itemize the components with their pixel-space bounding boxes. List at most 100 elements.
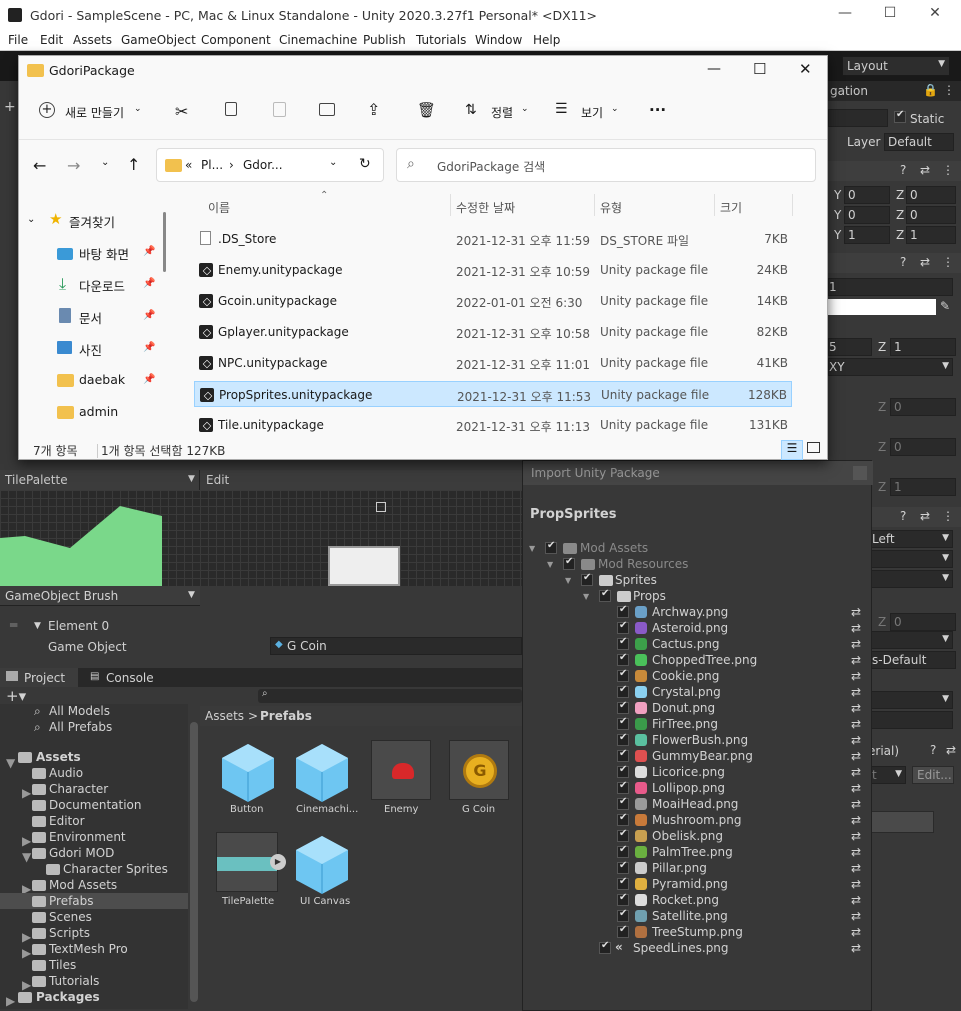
- checkbox[interactable]: [581, 572, 593, 586]
- nav-item-downloads[interactable]: 다운로드: [79, 276, 125, 295]
- expand-icon[interactable]: ▼: [547, 560, 553, 569]
- file-row[interactable]: ChoppedTree.png ⇄: [617, 652, 869, 669]
- tree-item-character-sprites[interactable]: Character Sprites: [63, 862, 168, 876]
- expand-icon[interactable]: ⌄: [27, 214, 35, 225]
- nav-item-pictures[interactable]: 사진: [79, 340, 102, 359]
- checkbox[interactable]: [617, 668, 629, 682]
- checkbox[interactable]: [617, 604, 629, 618]
- file-row[interactable]: Rocket.png ⇄: [617, 892, 869, 909]
- menu-component[interactable]: Component: [201, 33, 271, 47]
- scale-y-field[interactable]: 1: [844, 226, 890, 244]
- new-button[interactable]: + 새로 만들기 ⌄: [33, 100, 145, 126]
- asset-button[interactable]: Button: [212, 738, 284, 820]
- xy-dropdown[interactable]: XY ▼: [828, 358, 953, 376]
- help-icon[interactable]: ?: [930, 743, 936, 757]
- close-icon[interactable]: [853, 466, 867, 480]
- details-view-icon[interactable]: ☰: [781, 440, 803, 460]
- nav-item-admin[interactable]: admin: [79, 404, 118, 419]
- color-field[interactable]: [828, 299, 936, 315]
- expand-icon[interactable]: ▶: [22, 946, 31, 960]
- field-e[interactable]: [868, 711, 953, 729]
- path-segment-1[interactable]: Pl...: [201, 158, 223, 172]
- share-icon[interactable]: ⇪: [367, 100, 380, 119]
- checkbox[interactable]: [617, 892, 629, 906]
- path-overflow[interactable]: «: [185, 158, 192, 172]
- brush-dropdown[interactable]: GameObject Brush ▼: [0, 586, 200, 606]
- checkbox[interactable]: [617, 764, 629, 778]
- asset-cinemachine[interactable]: Cinemachi...: [290, 738, 362, 820]
- checkbox[interactable]: [617, 652, 629, 666]
- play-icon[interactable]: ▶: [270, 854, 286, 870]
- menu-gameobject[interactable]: GameObject: [121, 33, 196, 47]
- drag-handle-icon[interactable]: ═: [10, 618, 17, 632]
- file-row[interactable]: PalmTree.png ⇄: [617, 844, 869, 861]
- checkbox[interactable]: [617, 828, 629, 842]
- expand-icon[interactable]: ▼: [565, 576, 571, 585]
- column-name[interactable]: 이름: [208, 199, 230, 216]
- breadcrumb-prefabs[interactable]: Prefabs: [260, 709, 312, 723]
- field-z0c[interactable]: 0: [890, 613, 956, 631]
- tree-item-textmesh-pro[interactable]: TextMesh Pro: [49, 942, 128, 956]
- palette-dropdown[interactable]: TilePalette ▼: [0, 470, 200, 490]
- tree-item-gdori-mod[interactable]: Gdori MOD: [49, 846, 114, 860]
- menu-icon[interactable]: ⋮: [942, 255, 954, 269]
- settings-icon[interactable]: ⇄: [920, 255, 930, 269]
- file-row-speedlines[interactable]: « SpeedLines.png ⇄: [599, 940, 869, 957]
- element-header[interactable]: ═ ▼ Element 0: [0, 616, 522, 636]
- expand-icon[interactable]: ▶: [22, 786, 31, 800]
- checkbox[interactable]: [617, 700, 629, 714]
- maximize-icon[interactable]: ☐: [875, 5, 905, 21]
- asset-g-coin[interactable]: G G Coin: [448, 738, 510, 820]
- checkbox[interactable]: [617, 636, 629, 650]
- expand-icon[interactable]: ▶: [22, 834, 31, 848]
- menu-help[interactable]: Help: [533, 33, 560, 47]
- chevron-down-icon[interactable]: ⌄: [329, 157, 337, 168]
- file-row[interactable]: .DS_Store 2021-12-31 오후 11:59 DS_STORE 파일 7…: [194, 226, 792, 252]
- tree-item-documentation[interactable]: Documentation: [49, 798, 142, 812]
- dropdown-c[interactable]: ▼: [868, 631, 953, 649]
- tree-item-mod-assets[interactable]: Mod Assets: [49, 878, 117, 892]
- file-row[interactable]: Cookie.png ⇄: [617, 668, 869, 685]
- field-z0a[interactable]: 0: [890, 398, 956, 416]
- nav-scrollbar[interactable]: [163, 212, 166, 272]
- address-bar[interactable]: « Pl... › Gdor... ⌄ ↻: [156, 148, 384, 182]
- menu-publish[interactable]: Publish: [363, 33, 406, 47]
- menu-file[interactable]: File: [8, 33, 28, 47]
- checkbox[interactable]: [563, 556, 575, 570]
- tree-item-tutorials[interactable]: Tutorials: [49, 974, 99, 988]
- layer-dropdown[interactable]: Default: [884, 133, 954, 151]
- file-row[interactable]: GummyBear.png ⇄: [617, 748, 869, 765]
- add-component-button[interactable]: [868, 811, 934, 833]
- checkbox[interactable]: [617, 860, 629, 874]
- sorting-layer-field[interactable]: s-Default: [868, 651, 956, 669]
- file-row[interactable]: Satellite.png ⇄: [617, 908, 869, 925]
- rot-y-field[interactable]: 0: [844, 206, 890, 224]
- up-icon[interactable]: ↑: [127, 155, 140, 174]
- field-5[interactable]: 5: [828, 338, 872, 356]
- column-type[interactable]: 유형: [600, 199, 622, 216]
- file-row[interactable]: Tile.unitypackage 2021-12-31 오후 11:13 Unit…: [194, 412, 792, 438]
- close-icon[interactable]: ✕: [799, 60, 812, 78]
- name-field[interactable]: [828, 109, 888, 127]
- menu-icon[interactable]: ⋮: [942, 509, 954, 523]
- pos-z-field[interactable]: 0: [906, 186, 956, 204]
- rot-z-field[interactable]: 0: [906, 206, 956, 224]
- checkbox[interactable]: [617, 924, 629, 938]
- tree-item-prefabs[interactable]: Prefabs: [49, 894, 94, 908]
- checkbox[interactable]: [617, 620, 629, 634]
- checkbox[interactable]: [617, 844, 629, 858]
- maximize-icon[interactable]: ☐: [753, 60, 766, 78]
- help-icon[interactable]: ?: [900, 163, 906, 177]
- column-size[interactable]: 크기: [720, 199, 742, 216]
- menu-edit[interactable]: Edit: [40, 33, 63, 47]
- expand-icon[interactable]: ▶: [6, 994, 15, 1008]
- tree-item-packages[interactable]: Packages: [36, 990, 100, 1004]
- nav-item-documents[interactable]: 문서: [79, 308, 102, 327]
- menu-assets[interactable]: Assets: [73, 33, 112, 47]
- static-checkbox[interactable]: [894, 109, 906, 123]
- expand-icon[interactable]: ▼: [22, 850, 31, 864]
- file-row[interactable]: Pyramid.png ⇄: [617, 876, 869, 893]
- help-icon[interactable]: ?: [900, 255, 906, 269]
- left-dropdown[interactable]: Left ▼: [868, 530, 953, 548]
- tree-item-all-prefabs[interactable]: All Prefabs: [49, 720, 112, 734]
